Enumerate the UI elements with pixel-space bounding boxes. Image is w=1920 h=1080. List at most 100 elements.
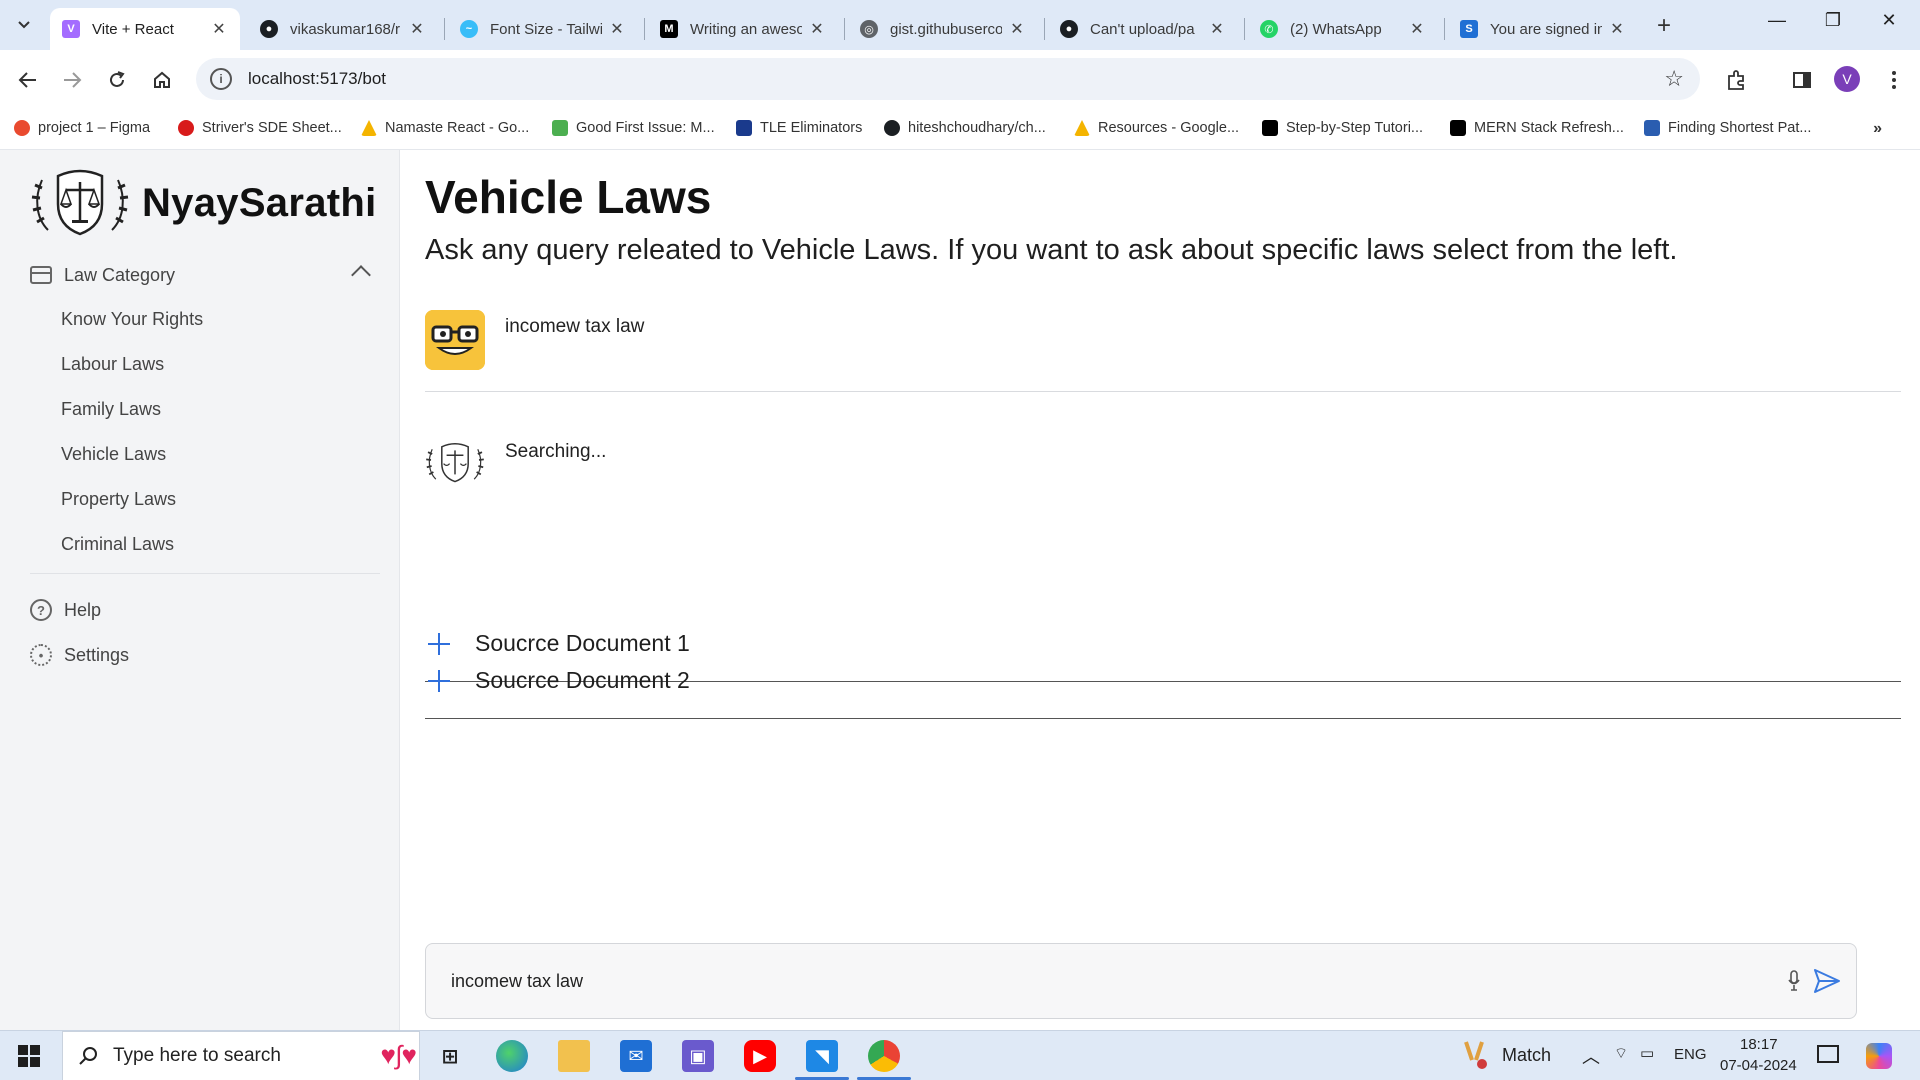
bookmark-label: Namaste React - Go... — [385, 120, 530, 136]
gfi-icon — [552, 120, 568, 136]
tab-signed-in[interactable]: S You are signed in ✕ — [1448, 8, 1638, 50]
window-close-button[interactable]: ✕ — [1874, 10, 1904, 31]
bookmark-item[interactable]: Step-by-Step Tutori... — [1262, 116, 1423, 140]
side-panel-button[interactable] — [1788, 66, 1816, 94]
weather-widget-label[interactable]: Match — [1502, 1045, 1551, 1066]
close-icon[interactable]: ✕ — [1608, 19, 1626, 39]
reload-button[interactable] — [103, 66, 131, 94]
brand[interactable]: NyaySarathi — [30, 168, 377, 238]
close-icon[interactable]: ✕ — [1008, 19, 1026, 39]
forward-button[interactable] — [58, 66, 86, 94]
task-view-icon[interactable]: ⊞ — [434, 1040, 466, 1072]
s-brand-icon: S — [1460, 20, 1478, 38]
chat-input[interactable] — [451, 970, 1731, 992]
credit-card-icon — [30, 266, 52, 284]
back-button[interactable] — [14, 66, 42, 94]
bookmark-label: TLE Eliminators — [760, 120, 863, 136]
bookmark-item[interactable]: Finding Shortest Pat... — [1644, 116, 1811, 140]
close-icon[interactable]: ✕ — [1408, 19, 1426, 39]
user-message: incomew tax law — [425, 310, 644, 370]
source-document-2[interactable]: Soucrce Document 2 — [425, 643, 1901, 719]
tab-tailwind[interactable]: ~ Font Size - Tailwi ✕ — [448, 8, 638, 50]
tab-github-upload[interactable]: ● Can't upload/pa ✕ — [1048, 8, 1238, 50]
sidebar-item-labour-laws[interactable]: Labour Laws — [61, 351, 164, 377]
bookmark-item[interactable]: hiteshchoudhary/ch... — [884, 116, 1046, 140]
sidebar-item-know-your-rights[interactable]: Know Your Rights — [61, 306, 203, 332]
bookmarks-overflow-button[interactable]: » — [1873, 120, 1882, 138]
clock-date[interactable]: 07-04-2024 — [1720, 1057, 1797, 1074]
tab-search-button[interactable] — [10, 12, 38, 38]
youtube-icon[interactable]: ▶ — [744, 1040, 776, 1072]
taskbar-search[interactable]: Type here to search ♥ ∫ ♥ — [62, 1031, 420, 1080]
clock-time[interactable]: 18:17 — [1740, 1036, 1778, 1053]
close-icon[interactable]: ✕ — [408, 19, 426, 39]
vite-icon: V — [62, 20, 80, 38]
chrome-icon[interactable] — [868, 1040, 900, 1072]
language-indicator[interactable]: ENG — [1674, 1046, 1707, 1063]
mail-icon[interactable]: ✉ — [620, 1040, 652, 1072]
settings-link[interactable]: • Settings — [30, 641, 129, 669]
law-category-toggle[interactable]: Law Category — [30, 260, 371, 290]
close-icon[interactable]: ✕ — [608, 19, 626, 39]
source-label: Soucrce Document 2 — [475, 667, 690, 693]
page-title: Vehicle Laws — [425, 171, 712, 223]
site-info-icon[interactable]: i — [210, 68, 232, 90]
address-url[interactable]: localhost:5173/bot — [248, 69, 386, 89]
send-icon[interactable] — [1812, 966, 1842, 996]
reload-icon — [110, 71, 125, 87]
tle-icon — [736, 120, 752, 136]
bookmark-star-icon[interactable]: ☆ — [1664, 66, 1684, 92]
tab-vite-react[interactable]: V Vite + React ✕ — [50, 8, 240, 50]
tab-title: Font Size - Tailwi — [490, 20, 602, 38]
chat-main: Vehicle Laws Ask any query releated to V… — [400, 150, 1920, 1030]
restore-button[interactable]: ❐ — [1818, 10, 1848, 31]
microphone-icon[interactable] — [1788, 970, 1800, 992]
menu-button[interactable] — [1880, 66, 1908, 94]
scales-of-justice-logo — [31, 169, 129, 236]
google-drive-icon — [361, 120, 377, 136]
sidebar-item-criminal-laws[interactable]: Criminal Laws — [61, 531, 174, 557]
medium-icon — [1450, 120, 1466, 136]
tab-medium[interactable]: M Writing an aweso ✕ — [648, 8, 838, 50]
file-explorer-icon[interactable] — [558, 1040, 590, 1072]
app-icon[interactable]: ▣ — [682, 1040, 714, 1072]
windows-start-button[interactable] — [18, 1045, 40, 1067]
address-bar[interactable]: i localhost:5173/bot ☆ — [196, 58, 1700, 100]
tab-title: Can't upload/pa — [1090, 20, 1195, 38]
new-tab-button[interactable]: + — [1650, 12, 1678, 40]
bookmark-item[interactable]: MERN Stack Refresh... — [1450, 116, 1624, 140]
tab-gist[interactable]: ◎ gist.githubuserco ✕ — [848, 8, 1038, 50]
profile-avatar[interactable]: V — [1834, 66, 1860, 92]
copilot-icon[interactable] — [1866, 1043, 1892, 1069]
bookmark-item[interactable]: TLE Eliminators — [736, 116, 862, 140]
tab-github-repo[interactable]: ● vikaskumar168/r ✕ — [248, 8, 438, 50]
sidebar-item-property-laws[interactable]: Property Laws — [61, 486, 176, 512]
tab-title: You are signed in — [1490, 20, 1602, 38]
edge-icon[interactable] — [496, 1040, 528, 1072]
close-icon[interactable]: ✕ — [1208, 19, 1226, 39]
extensions-button[interactable] — [1722, 66, 1750, 94]
sidebar-item-vehicle-laws[interactable]: Vehicle Laws — [61, 441, 166, 467]
sidebar-item-family-laws[interactable]: Family Laws — [61, 396, 161, 422]
vscode-icon[interactable]: ◥ — [806, 1040, 838, 1072]
browser-toolbar: i localhost:5173/bot ☆ V — [0, 50, 1920, 108]
plus-icon — [428, 669, 450, 692]
notifications-icon[interactable] — [1817, 1045, 1839, 1063]
bookmark-item[interactable]: Striver's SDE Sheet... — [178, 116, 342, 140]
close-icon[interactable]: ✕ — [808, 19, 826, 39]
close-icon[interactable]: ✕ — [210, 19, 228, 39]
battery-icon[interactable]: ▭ — [1640, 1044, 1654, 1062]
minimize-button[interactable]: — — [1762, 10, 1792, 31]
tray-chevron-up-icon[interactable]: ︿ — [1582, 1043, 1600, 1069]
bookmark-item[interactable]: Good First Issue: M... — [552, 116, 715, 140]
tab-separator — [1444, 18, 1445, 40]
figma-icon — [14, 120, 30, 136]
bookmark-item[interactable]: Namaste React - Go... — [361, 116, 529, 140]
tab-whatsapp[interactable]: ✆ (2) WhatsApp ✕ — [1248, 8, 1438, 50]
chevron-down-icon — [18, 21, 30, 29]
wifi-icon[interactable]: ⌔ — [1614, 1044, 1628, 1063]
bookmark-item[interactable]: Resources - Google... — [1074, 116, 1239, 140]
bookmark-item[interactable]: project 1 – Figma — [14, 116, 150, 140]
help-link[interactable]: ? Help — [30, 596, 101, 624]
home-button[interactable] — [148, 66, 176, 94]
